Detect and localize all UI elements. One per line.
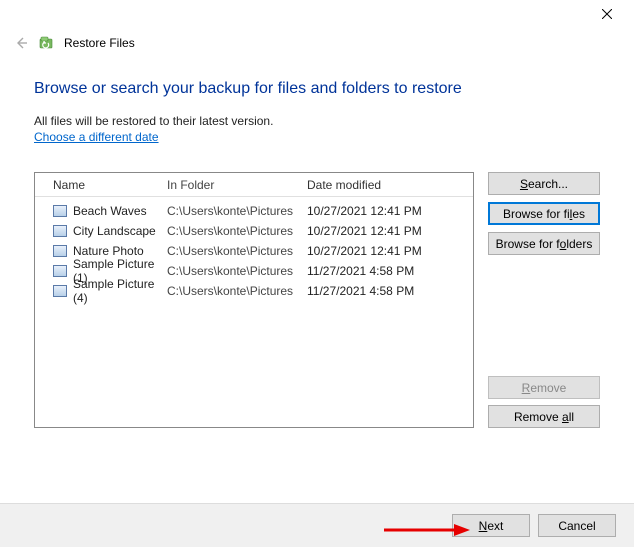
file-name: Sample Picture (4) (73, 277, 163, 305)
subtext: All files will be restored to their late… (34, 114, 600, 128)
image-file-icon (53, 265, 67, 277)
file-date: 10/27/2021 12:41 PM (303, 224, 473, 238)
header-row: Restore Files (0, 28, 634, 56)
page-heading: Browse or search your backup for files a… (34, 80, 600, 98)
file-folder: C:\Users\konte\Pictures (163, 244, 303, 258)
file-list[interactable]: Name In Folder Date modified Beach Waves… (34, 172, 474, 428)
image-file-icon (53, 285, 67, 297)
titlebar (0, 0, 634, 28)
file-date: 10/27/2021 12:41 PM (303, 244, 473, 258)
next-button[interactable]: Next (452, 514, 530, 537)
image-file-icon (53, 245, 67, 257)
window-title: Restore Files (64, 36, 135, 50)
close-button[interactable] (588, 0, 626, 28)
file-name: Nature Photo (73, 244, 144, 258)
remove-button: Remove (488, 376, 600, 399)
content-area: Browse or search your backup for files a… (0, 56, 634, 438)
col-header-folder[interactable]: In Folder (163, 178, 303, 192)
file-folder: C:\Users\konte\Pictures (163, 284, 303, 298)
file-name: Beach Waves (73, 204, 147, 218)
choose-different-date-link[interactable]: Choose a different date (34, 130, 159, 144)
table-row[interactable]: Beach Waves C:\Users\konte\Pictures10/27/… (35, 201, 473, 221)
browse-folders-button[interactable]: Browse for folders (488, 232, 600, 255)
list-header: Name In Folder Date modified (35, 173, 473, 197)
table-row[interactable]: City Landscape C:\Users\konte\Pictures10/… (35, 221, 473, 241)
side-buttons: Search... Browse for files Browse for fo… (488, 172, 600, 428)
restore-files-icon (38, 34, 56, 52)
file-folder: C:\Users\konte\Pictures (163, 224, 303, 238)
file-folder: C:\Users\konte\Pictures (163, 264, 303, 278)
file-date: 11/27/2021 4:58 PM (303, 284, 473, 298)
image-file-icon (53, 205, 67, 217)
file-folder: C:\Users\konte\Pictures (163, 204, 303, 218)
back-arrow-icon[interactable] (12, 34, 30, 52)
cancel-button[interactable]: Cancel (538, 514, 616, 537)
table-row[interactable]: Sample Picture (4)C:\Users\konte\Picture… (35, 281, 473, 301)
search-button[interactable]: Search... (488, 172, 600, 195)
footer-bar: Next Cancel (0, 503, 634, 547)
browse-files-button[interactable]: Browse for files (488, 202, 600, 225)
file-name: City Landscape (73, 224, 156, 238)
col-header-date[interactable]: Date modified (303, 178, 473, 192)
file-date: 10/27/2021 12:41 PM (303, 204, 473, 218)
col-header-name[interactable]: Name (35, 178, 163, 192)
file-date: 11/27/2021 4:58 PM (303, 264, 473, 278)
image-file-icon (53, 225, 67, 237)
remove-all-button[interactable]: Remove all (488, 405, 600, 428)
